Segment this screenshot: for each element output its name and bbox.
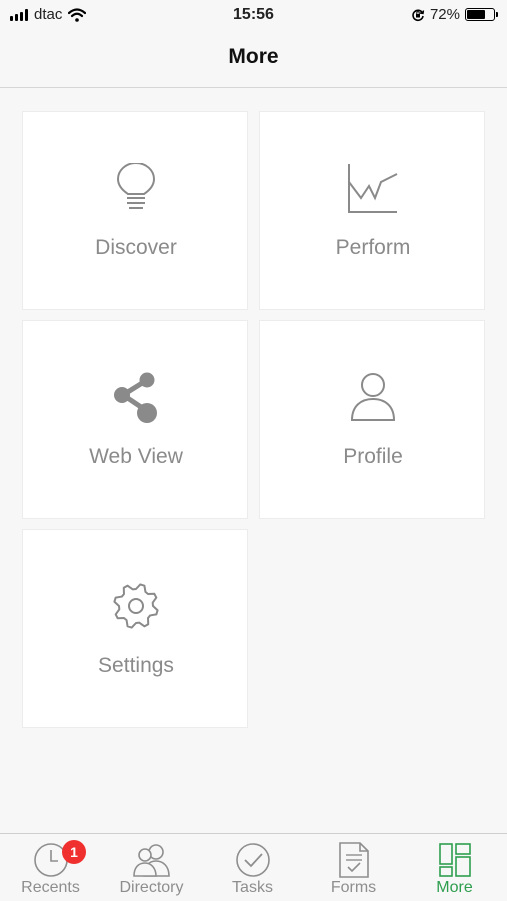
tab-directory[interactable]: Directory (101, 834, 202, 901)
lightbulb-icon (23, 160, 249, 216)
tab-bar: 1 Recents Directory Tasks Forms More (0, 833, 507, 901)
orientation-lock-icon (412, 8, 425, 21)
tab-forms[interactable]: Forms (303, 834, 404, 901)
checkmark-circle-icon (202, 842, 303, 878)
person-icon (260, 369, 486, 425)
tile-profile[interactable]: Profile (259, 320, 485, 519)
gear-icon (23, 578, 249, 634)
battery-fill (467, 10, 485, 19)
page-title: More (228, 45, 279, 68)
tile-label: Profile (343, 445, 403, 468)
battery-percent: 72% (429, 6, 460, 23)
status-right: 72% (411, 6, 498, 23)
tab-label: Directory (119, 879, 184, 896)
line-chart-icon (260, 160, 486, 216)
tab-label: Tasks (232, 879, 273, 896)
tile-label: Perform (335, 236, 411, 259)
status-bar: dtac 15:56 72% (0, 0, 507, 32)
tab-recents[interactable]: 1 Recents (0, 834, 101, 901)
notification-badge: 1 (62, 840, 86, 864)
share-icon (23, 369, 249, 425)
tab-label: Forms (330, 879, 377, 896)
people-icon (101, 842, 202, 878)
tile-perform[interactable]: Perform (259, 111, 485, 310)
tab-tasks[interactable]: Tasks (202, 834, 303, 901)
tile-label: Discover (95, 236, 177, 259)
battery-icon (465, 8, 498, 21)
tab-more[interactable]: More (404, 834, 505, 901)
tile-settings[interactable]: Settings (22, 529, 248, 728)
tile-label: Settings (98, 654, 174, 677)
tab-label: Recents (21, 879, 80, 896)
tile-web-view[interactable]: Web View (22, 320, 248, 519)
clock-icon (0, 842, 101, 878)
navigation-bar: More (0, 32, 507, 88)
tile-discover[interactable]: Discover (22, 111, 248, 310)
grid-icon (404, 842, 505, 878)
form-document-icon (303, 842, 404, 878)
tab-label: More (436, 879, 473, 896)
tile-label: Web View (89, 445, 183, 468)
